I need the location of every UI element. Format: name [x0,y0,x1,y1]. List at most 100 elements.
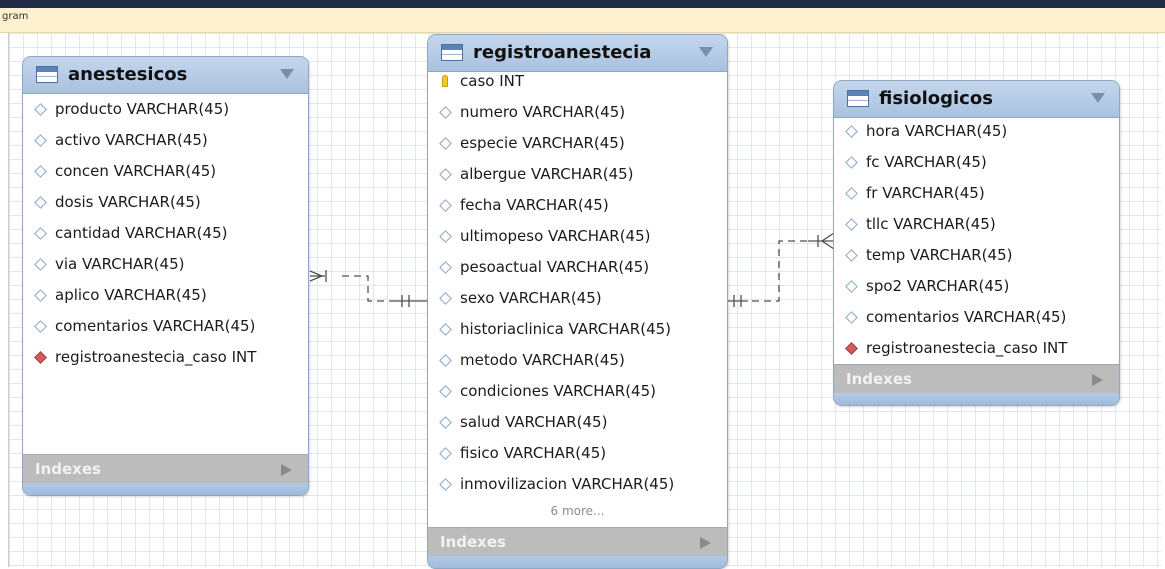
expand-arrow-icon[interactable] [700,537,711,549]
expand-arrow-icon[interactable] [281,464,292,476]
column-label: activo VARCHAR(45) [55,131,208,149]
column-label: producto VARCHAR(45) [55,100,230,118]
indexes-bar[interactable]: Indexes [428,527,727,558]
entity-footer [428,556,727,568]
attribute-icon [439,230,452,243]
entity-anestesicos[interactable]: anestesicos producto VARCHAR(45) activo V… [22,56,309,496]
column-row[interactable]: registroanestecia_caso INT [834,333,1119,364]
attribute-icon [439,199,452,212]
column-label: fecha VARCHAR(45) [460,196,609,214]
chevron-down-icon[interactable] [699,47,713,57]
entity-fisiologicos[interactable]: fisiologicos hora VARCHAR(45) fc VARCHAR(… [833,80,1120,406]
column-row[interactable]: numero VARCHAR(45) [428,97,727,128]
column-label: cantidad VARCHAR(45) [55,224,228,242]
attribute-icon [845,249,858,262]
column-label: caso INT [460,72,525,90]
more-columns-label[interactable]: 6 more... [428,500,727,522]
column-row[interactable]: tllc VARCHAR(45) [834,209,1119,240]
attribute-icon [845,187,858,200]
column-list: caso INT numero VARCHAR(45) especie VARCHA… [428,66,727,500]
column-row[interactable]: concen VARCHAR(45) [23,156,308,187]
column-row[interactable]: aplico VARCHAR(45) [23,280,308,311]
column-row[interactable]: especie VARCHAR(45) [428,128,727,159]
entity-title: fisiologicos [879,88,993,109]
column-row[interactable]: registroanestecia_caso INT [23,342,308,373]
column-row[interactable]: fc VARCHAR(45) [834,147,1119,178]
column-label: inmovilizacion VARCHAR(45) [460,475,675,493]
column-row[interactable]: inmovilizacion VARCHAR(45) [428,469,727,500]
attribute-icon [439,168,452,181]
attribute-icon [439,354,452,367]
attribute-icon [439,416,452,429]
column-label: via VARCHAR(45) [55,255,185,273]
column-list: hora VARCHAR(45) fc VARCHAR(45) fr VARCHAR… [834,116,1119,364]
column-row[interactable]: salud VARCHAR(45) [428,407,727,438]
column-row[interactable]: albergue VARCHAR(45) [428,159,727,190]
column-row[interactable]: hora VARCHAR(45) [834,116,1119,147]
column-row[interactable]: cantidad VARCHAR(45) [23,218,308,249]
column-label: comentarios VARCHAR(45) [866,308,1067,326]
chevron-down-icon[interactable] [1091,93,1105,103]
attribute-icon [845,280,858,293]
column-row[interactable]: comentarios VARCHAR(45) [834,302,1119,333]
attribute-icon [34,134,47,147]
attribute-icon [439,385,452,398]
foreign-key-icon [845,342,858,355]
column-row[interactable]: historiaclinica VARCHAR(45) [428,314,727,345]
column-label: albergue VARCHAR(45) [460,165,634,183]
column-label: historiaclinica VARCHAR(45) [460,320,672,338]
column-row[interactable]: fecha VARCHAR(45) [428,190,727,221]
entity-header[interactable]: fisiologicos [834,81,1119,118]
attribute-icon [845,125,858,138]
column-row[interactable]: comentarios VARCHAR(45) [23,311,308,342]
column-row[interactable]: sexo VARCHAR(45) [428,283,727,314]
attribute-icon [439,478,452,491]
attribute-icon [439,261,452,274]
column-row[interactable]: condiciones VARCHAR(45) [428,376,727,407]
entity-header[interactable]: anestesicos [23,57,308,94]
column-list: producto VARCHAR(45) activo VARCHAR(45) co… [23,94,308,373]
column-label: dosis VARCHAR(45) [55,193,201,211]
entity-footer [834,393,1119,405]
entity-footer [23,483,308,495]
indexes-label: Indexes [846,370,912,388]
entity-registroanestecia[interactable]: registroanestecia caso INT numero VARCHAR… [427,34,728,569]
table-icon [847,90,869,107]
column-row[interactable]: temp VARCHAR(45) [834,240,1119,271]
column-label: hora VARCHAR(45) [866,122,1008,140]
column-row[interactable]: fr VARCHAR(45) [834,178,1119,209]
attribute-icon [34,227,47,240]
column-label: fc VARCHAR(45) [866,153,987,171]
column-row[interactable]: ultimopeso VARCHAR(45) [428,221,727,252]
attribute-icon [34,196,47,209]
indexes-bar[interactable]: Indexes [23,454,308,485]
indexes-label: Indexes [440,533,506,551]
column-row[interactable]: activo VARCHAR(45) [23,125,308,156]
column-row[interactable]: fisico VARCHAR(45) [428,438,727,469]
column-row[interactable]: metodo VARCHAR(45) [428,345,727,376]
column-label: numero VARCHAR(45) [460,103,626,121]
column-label: temp VARCHAR(45) [866,246,1013,264]
relationship-registroanestecia-fisiologicos[interactable] [727,232,835,307]
column-row[interactable]: producto VARCHAR(45) [23,94,308,125]
attribute-icon [439,292,452,305]
column-label: pesoactual VARCHAR(45) [460,258,650,276]
indexes-label: Indexes [35,460,101,478]
chevron-down-icon[interactable] [280,69,294,79]
entity-title: anestesicos [68,64,188,85]
column-row[interactable]: via VARCHAR(45) [23,249,308,280]
relationship-anestesicos-registroanestecia[interactable] [309,270,427,307]
column-row[interactable]: spo2 VARCHAR(45) [834,271,1119,302]
attribute-icon [34,320,47,333]
column-label: metodo VARCHAR(45) [460,351,625,369]
attribute-icon [439,137,452,150]
column-row[interactable]: dosis VARCHAR(45) [23,187,308,218]
column-row[interactable]: pesoactual VARCHAR(45) [428,252,727,283]
indexes-bar[interactable]: Indexes [834,364,1119,395]
attribute-icon [34,289,47,302]
table-icon [441,44,463,61]
attribute-icon [439,323,452,336]
column-row[interactable]: caso INT [428,66,727,97]
primary-key-icon [442,75,448,87]
expand-arrow-icon[interactable] [1092,374,1103,386]
